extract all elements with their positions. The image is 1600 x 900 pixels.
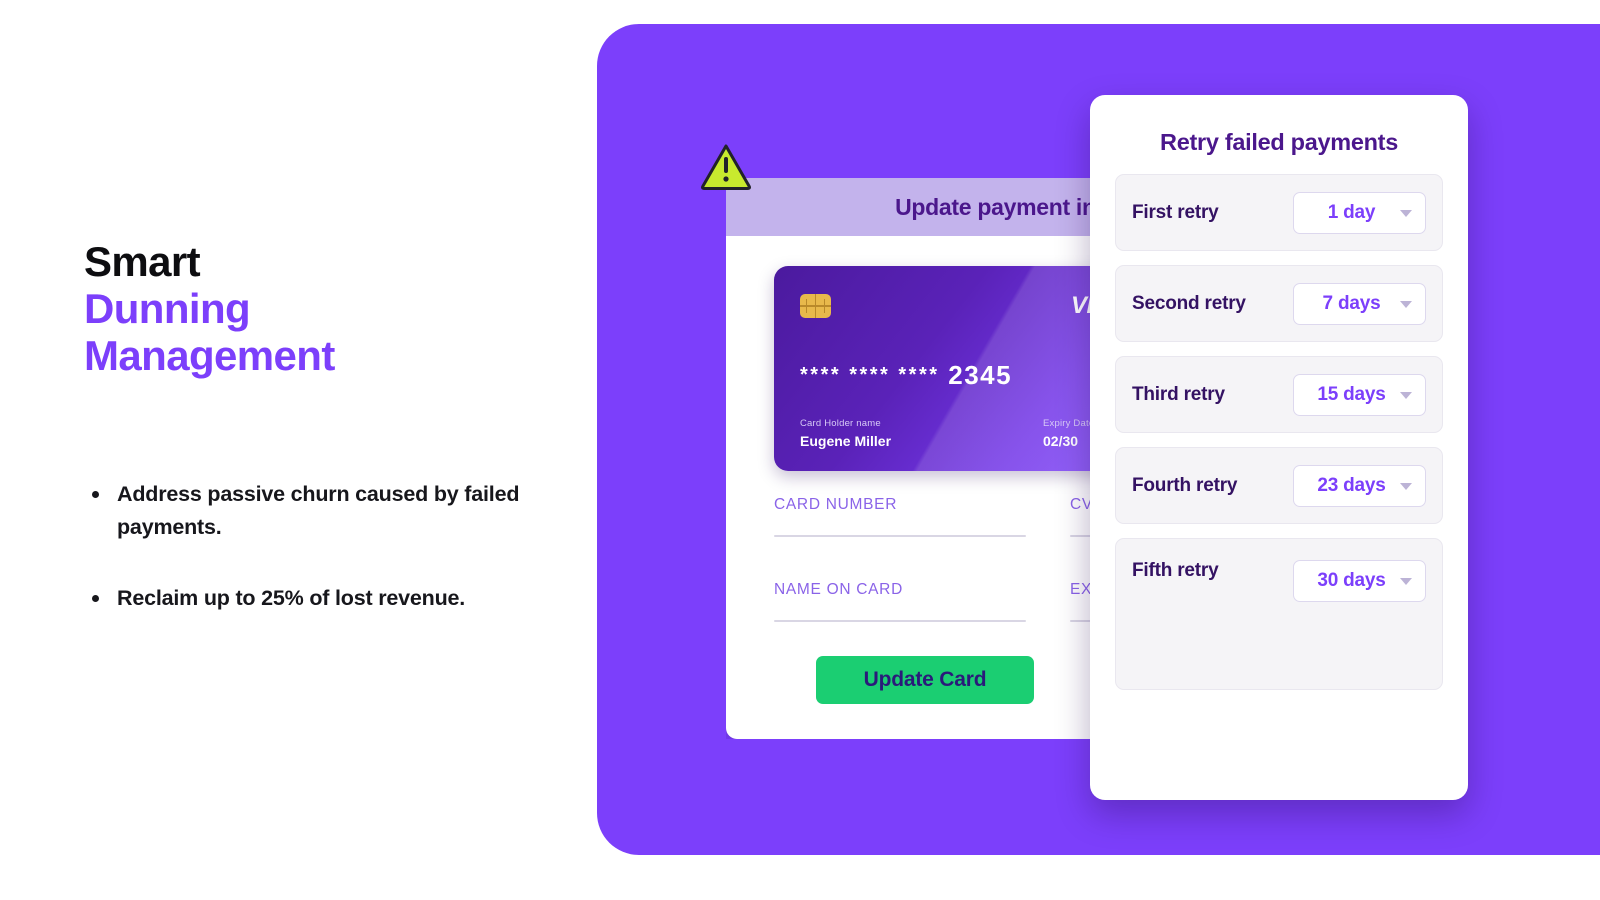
- retry-row-label: Fifth retry: [1132, 560, 1219, 581]
- retry-delay-value: 1 day: [1327, 201, 1376, 223]
- retry-delay-value: 30 days: [1317, 570, 1386, 591]
- retry-delay-value: 7 days: [1322, 292, 1381, 314]
- name-on-card-label: NAME ON CARD: [774, 581, 903, 598]
- update-payment-modal: Update payment info VISA **** **** **** …: [726, 178, 1090, 739]
- card-number-input-underline[interactable]: [774, 535, 1026, 537]
- credit-card-expiry-block: Expiry Date 02/30: [1043, 418, 1090, 449]
- bullet-dot-icon: [92, 595, 99, 602]
- chip-lines: [806, 299, 825, 313]
- chip-icon: [800, 294, 831, 318]
- retry-row-third: Third retry 15 days: [1115, 356, 1443, 433]
- list-item: Address passive churn caused by failed p…: [84, 478, 584, 544]
- credit-card-last-four: 2345: [948, 360, 1013, 390]
- bullet-text: Reclaim up to 25% of lost revenue.: [117, 586, 466, 610]
- visa-logo-icon: VISA: [1070, 292, 1090, 319]
- credit-card-visual: VISA **** **** **** 2345 Card Holder nam…: [774, 266, 1090, 471]
- retry-rows-list: First retry 1 day Second retry 7 days Th…: [1115, 174, 1443, 704]
- credit-card-expiry-label: Expiry Date: [1043, 418, 1090, 429]
- update-payment-modal-title: Update payment info: [895, 193, 1090, 220]
- chevron-down-icon: [1400, 209, 1412, 217]
- list-item: Reclaim up to 25% of lost revenue.: [84, 582, 584, 615]
- warning-triangle-icon: [701, 144, 751, 190]
- bullet-dot-icon: [92, 491, 99, 498]
- credit-card-masked-digits: **** **** ****: [800, 364, 940, 386]
- retry-delay-dropdown-second[interactable]: 7 days: [1293, 282, 1426, 325]
- retry-row-fourth: Fourth retry 23 days: [1115, 447, 1443, 524]
- payment-form: CARD NUMBER CVC NAME ON CARD EXP DATE: [774, 496, 1090, 666]
- update-card-button[interactable]: Update Card: [816, 656, 1034, 704]
- retry-row-first: First retry 1 day: [1115, 174, 1443, 251]
- payment-form-row-2: NAME ON CARD EXP DATE: [774, 581, 1090, 622]
- exp-date-label: EXP DATE: [1070, 581, 1090, 598]
- retry-row-label: Second retry: [1132, 292, 1246, 314]
- page-title: Smart Dunning Management: [84, 238, 335, 379]
- intro-copy-column: Smart Dunning Management Address passive…: [84, 0, 564, 900]
- credit-card-number: **** **** **** 2345: [800, 360, 1012, 391]
- retry-delay-dropdown-third[interactable]: 15 days: [1293, 373, 1426, 416]
- credit-card-expiry-value: 02/30: [1043, 433, 1079, 449]
- payment-form-row-1: CARD NUMBER CVC: [774, 496, 1090, 537]
- update-payment-modal-clip: Update payment info VISA **** **** **** …: [726, 178, 1090, 739]
- chevron-down-icon: [1400, 391, 1412, 399]
- card-number-label: CARD NUMBER: [774, 496, 898, 513]
- cvc-field[interactable]: CVC: [1070, 496, 1090, 537]
- retry-row-label: Third retry: [1132, 383, 1225, 405]
- retry-panel-title: Retry failed payments: [1160, 129, 1398, 155]
- exp-date-input-underline[interactable]: [1070, 620, 1090, 622]
- credit-card-holder-name: Eugene Miller: [800, 433, 892, 449]
- headline-line-2: Dunning: [84, 285, 251, 332]
- credit-card-holder-label: Card Holder name: [800, 418, 881, 429]
- name-on-card-field[interactable]: NAME ON CARD: [774, 581, 1026, 622]
- retry-delay-value: 15 days: [1317, 383, 1386, 405]
- retry-row-label: First retry: [1132, 201, 1219, 223]
- retry-row-second: Second retry 7 days: [1115, 265, 1443, 342]
- cvc-input-underline[interactable]: [1070, 535, 1090, 537]
- headline-line-1: Smart: [84, 238, 201, 285]
- retry-row-fifth: Fifth retry 30 days: [1115, 538, 1443, 690]
- name-on-card-input-underline[interactable]: [774, 620, 1026, 622]
- chevron-down-icon: [1400, 482, 1412, 490]
- credit-card-holder-block: Card Holder name Eugene Miller: [800, 418, 891, 449]
- retry-delay-value: 23 days: [1317, 474, 1386, 496]
- retry-failed-payments-panel: Retry failed payments First retry 1 day …: [1090, 95, 1468, 800]
- chevron-down-icon: [1400, 578, 1412, 585]
- retry-delay-dropdown-fifth[interactable]: 30 days: [1293, 560, 1426, 602]
- feature-bullet-list: Address passive churn caused by failed p…: [84, 478, 584, 615]
- exp-date-field[interactable]: EXP DATE: [1070, 581, 1090, 622]
- bullet-text: Address passive churn caused by failed p…: [117, 482, 520, 539]
- card-number-field[interactable]: CARD NUMBER: [774, 496, 1026, 537]
- chevron-down-icon: [1400, 300, 1412, 308]
- credit-card-footer: Card Holder name Eugene Miller Expiry Da…: [800, 418, 1090, 449]
- retry-delay-dropdown-first[interactable]: 1 day: [1293, 191, 1426, 234]
- retry-delay-dropdown-fourth[interactable]: 23 days: [1293, 464, 1426, 507]
- update-payment-modal-header: Update payment info: [726, 178, 1090, 236]
- retry-row-label: Fourth retry: [1132, 474, 1238, 496]
- cvc-label: CVC: [1070, 496, 1090, 513]
- headline-line-3: Management: [84, 332, 335, 379]
